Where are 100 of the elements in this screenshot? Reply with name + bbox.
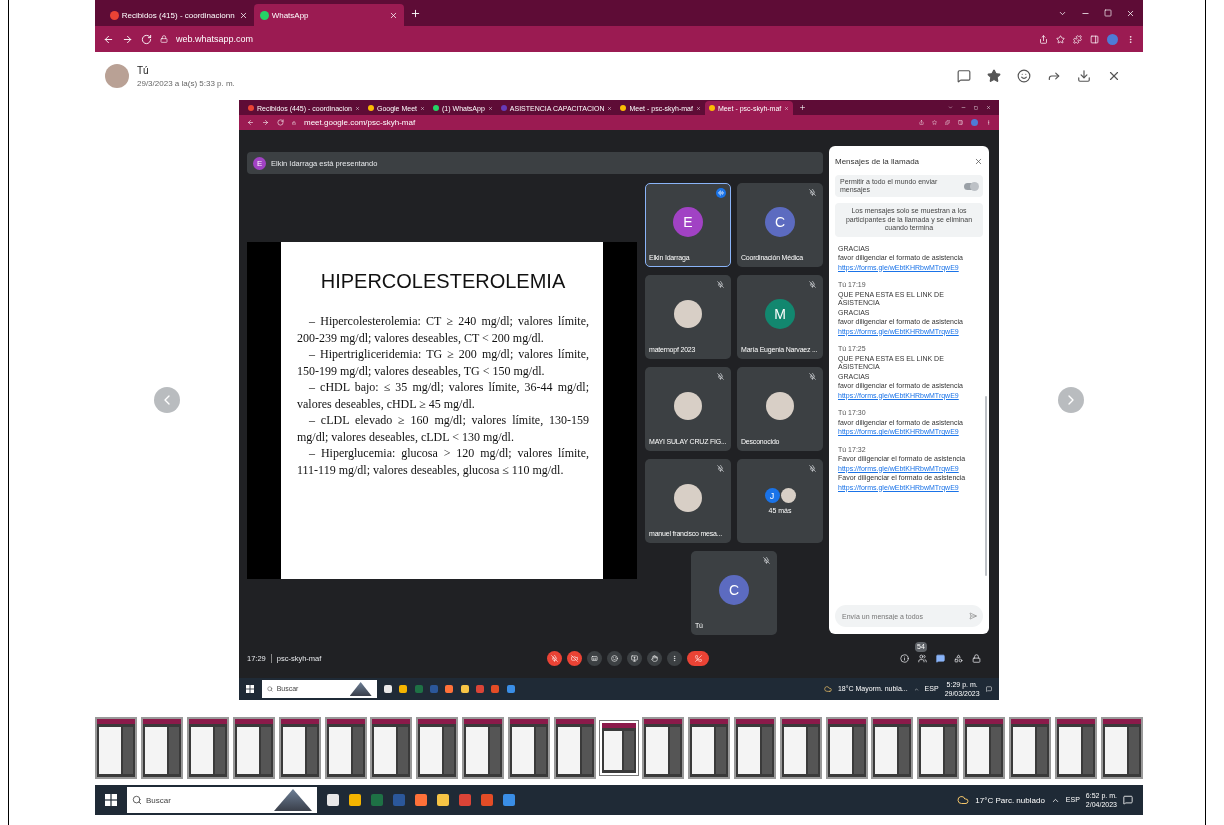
back-icon[interactable] [103, 33, 114, 45]
tab-favicon-icon [620, 105, 627, 111]
thumbnail[interactable] [278, 716, 321, 779]
hand-icon [651, 654, 658, 662]
thumbnail[interactable] [370, 716, 413, 779]
forward-icon[interactable] [1047, 69, 1061, 83]
minimize-icon[interactable] [961, 105, 966, 110]
browser-tab[interactable]: WhatsApp [253, 4, 404, 26]
search-icon [266, 686, 273, 692]
maximize-icon[interactable] [974, 105, 978, 110]
thumbnail[interactable] [641, 716, 684, 779]
activities-icon[interactable] [954, 653, 963, 663]
new-tab-icon[interactable] [409, 7, 421, 19]
info-icon[interactable] [900, 653, 909, 663]
more-options-button[interactable] [667, 650, 682, 666]
thumbnail[interactable] [687, 716, 730, 779]
forward-icon[interactable] [122, 33, 133, 45]
windows-logo-icon[interactable] [105, 794, 117, 806]
side-panel-icon[interactable] [1090, 34, 1099, 44]
emoji-icon[interactable] [1017, 69, 1031, 83]
thumbnail[interactable] [232, 716, 275, 779]
close-icon[interactable] [420, 105, 426, 111]
thumbnail[interactable] [462, 716, 505, 779]
bookmark-star-icon[interactable] [932, 120, 937, 125]
search-placeholder: Buscar [146, 795, 171, 805]
thumbnail[interactable] [963, 716, 1006, 779]
reload-icon[interactable] [141, 33, 152, 45]
avatar-circle: M [765, 299, 795, 329]
raise-hand-button[interactable] [647, 650, 662, 666]
back-icon[interactable] [247, 119, 254, 126]
new-tab-icon[interactable] [799, 104, 807, 111]
forward-icon[interactable] [262, 119, 269, 126]
camera-off-icon [571, 654, 578, 662]
camera-off-button[interactable] [567, 650, 582, 666]
host-controls-icon[interactable] [972, 653, 981, 663]
address-field[interactable]: meet.google.com/psc-skyh-maf [304, 118, 416, 127]
close-icon[interactable] [238, 10, 248, 20]
menu-icon[interactable] [1126, 34, 1135, 44]
thumbnail[interactable] [554, 716, 597, 779]
avatar-circle: C [719, 575, 749, 605]
close-icon[interactable] [388, 10, 398, 20]
thumbnail[interactable] [186, 716, 229, 779]
thumbnail[interactable] [1100, 716, 1143, 779]
chat-icon[interactable] [936, 653, 945, 663]
slide-title: HIPERCOLESTEROLEMIA [319, 270, 567, 293]
present-button[interactable] [627, 650, 642, 666]
notifications-icon[interactable] [1123, 795, 1133, 805]
maximize-icon[interactable] [1104, 9, 1112, 17]
thumbnail[interactable] [140, 716, 183, 779]
thumbnail[interactable] [825, 716, 868, 779]
emoji-button[interactable] [607, 650, 622, 666]
notifications-icon[interactable] [985, 686, 992, 692]
mic-off-button[interactable] [547, 650, 562, 666]
thumbnail[interactable] [508, 716, 551, 779]
share-icon[interactable] [919, 120, 924, 125]
avatar-photo-placeholder [674, 392, 702, 420]
share-icon[interactable] [1039, 34, 1048, 44]
slide-paragraph: – Hipertrigliceridemia: TG ≥ 200 mg/dl; valores límite, 150-199 mg/dl; valores deseables, TG < 150 mg/dl. [297, 346, 589, 379]
address-field[interactable]: web.whatsapp.com [176, 34, 254, 44]
thumbnail[interactable] [917, 716, 960, 779]
close-icon[interactable] [354, 105, 360, 111]
thumbnail[interactable] [871, 716, 914, 779]
close-icon[interactable] [986, 105, 991, 110]
close-icon[interactable] [607, 105, 613, 111]
thumbnail[interactable] [1009, 716, 1052, 779]
weather-text[interactable]: 17°C Parc. nublado [975, 795, 1045, 805]
captions-button[interactable] [587, 650, 602, 666]
taskbar-search-field[interactable]: Buscar [127, 787, 317, 813]
extensions-icon[interactable] [1073, 34, 1082, 44]
mic-off-icon [551, 654, 558, 662]
allow-messages-switch[interactable] [964, 182, 978, 190]
thumbnail[interactable] [1055, 716, 1098, 779]
menu-icon[interactable] [986, 120, 991, 125]
hang-up-button[interactable] [687, 650, 709, 666]
star-icon[interactable] [987, 69, 1001, 83]
weather-icon [823, 685, 832, 693]
thumbnail[interactable] [95, 716, 137, 779]
close-icon[interactable] [974, 156, 983, 166]
windows-logo-icon[interactable] [246, 685, 255, 693]
avatar-circle: C [765, 207, 795, 237]
scrollbar[interactable] [985, 396, 987, 576]
bookmark-star-icon[interactable] [1056, 34, 1065, 44]
thumbnail[interactable] [416, 716, 459, 779]
tab-favicon-icon [708, 105, 715, 111]
thumbnail[interactable] [324, 716, 367, 779]
side-panel-icon[interactable] [958, 120, 963, 125]
close-icon[interactable] [695, 105, 701, 111]
taskbar-app-icon[interactable] [437, 794, 449, 806]
chat-bubble-icon[interactable] [957, 69, 971, 83]
present-screen-icon [631, 654, 638, 662]
thumbnail[interactable] [733, 716, 776, 779]
thumbnail[interactable] [779, 716, 822, 779]
reload-icon[interactable] [277, 119, 284, 126]
browser-tab[interactable]: Recibidos (415) - coordinacionn [103, 4, 254, 26]
close-icon[interactable] [487, 105, 493, 111]
close-icon[interactable] [1126, 8, 1135, 18]
taskbar-app-icon[interactable] [327, 794, 339, 806]
taskbar-app-icon[interactable] [349, 794, 361, 806]
download-icon[interactable] [1077, 69, 1091, 83]
close-icon[interactable] [1107, 69, 1121, 83]
